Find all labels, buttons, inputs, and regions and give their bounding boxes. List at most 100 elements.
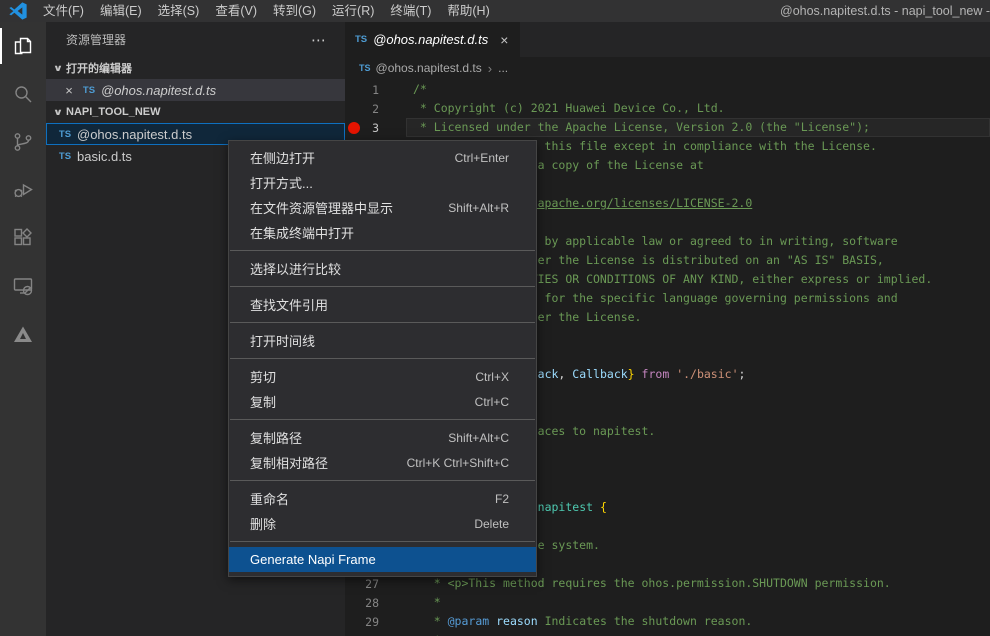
- context-menu-item-copy[interactable]: 复制Ctrl+C: [229, 389, 536, 414]
- code-text: /*: [413, 80, 990, 99]
- line-number: 27: [365, 577, 379, 591]
- context-menu: 在侧边打开Ctrl+Enter 打开方式... 在文件资源管理器中显示Shift+A…: [228, 140, 537, 577]
- sidebar-header: 资源管理器 ⋯: [46, 22, 345, 57]
- breadcrumb-tail[interactable]: ...: [498, 61, 508, 75]
- menubar-item-help[interactable]: 帮助(H): [439, 0, 497, 22]
- context-menu-item-cut[interactable]: 剪切Ctrl+X: [229, 364, 536, 389]
- context-menu-item-open-timeline[interactable]: 打开时间线: [229, 328, 536, 353]
- gutter-line-3[interactable]: 3: [345, 118, 413, 137]
- file-name: @ohos.napitest.d.ts: [77, 127, 192, 142]
- extensions-squares-icon[interactable]: [0, 214, 46, 262]
- git-branch-icon[interactable]: [0, 118, 46, 166]
- menu-item-label: 复制路径: [250, 428, 448, 447]
- tree-item-@ohos.napitest.d.ts[interactable]: ×TS@ohos.napitest.d.ts: [46, 79, 345, 101]
- code-line-2: 2 * Copyright (c) 2021 Huawei Device Co.…: [345, 99, 990, 118]
- menu-item-shortcut: Ctrl+Enter: [455, 151, 509, 165]
- vscode-window: 文件(F)编辑(E)选择(S)查看(V)转到(G)运行(R)终端(T)帮助(H)…: [0, 0, 990, 636]
- context-menu-item-open-to-side[interactable]: 在侧边打开Ctrl+Enter: [229, 145, 536, 170]
- menubar-item-go[interactable]: 转到(G): [265, 0, 324, 22]
- chevron-down-icon: ∨: [47, 63, 69, 74]
- activity-bar: [0, 22, 46, 636]
- typescript-file-icon: TS: [359, 63, 371, 73]
- context-menu-item-delete[interactable]: 删除Delete: [229, 511, 536, 536]
- gutter-line-1[interactable]: 1: [345, 80, 413, 99]
- menu-item-label: 复制: [250, 392, 475, 411]
- context-menu-item-select-for-compare[interactable]: 选择以进行比较: [229, 256, 536, 281]
- search-icon[interactable]: [0, 70, 46, 118]
- tab-close-icon[interactable]: ×: [498, 32, 510, 48]
- file-name: @ohos.napitest.d.ts: [101, 83, 216, 98]
- typescript-file-icon: TS: [57, 129, 73, 140]
- editor-tab[interactable]: TS @ohos.napitest.d.ts ×: [345, 22, 520, 57]
- menu-separator: [230, 286, 535, 287]
- menu-item-shortcut: Shift+Alt+C: [448, 431, 509, 445]
- line-number: 3: [372, 121, 379, 135]
- gutter-line-2[interactable]: 2: [345, 99, 413, 118]
- menu-item-shortcut: Ctrl+X: [475, 370, 509, 384]
- code-text: * Licensed under the Apache License, Ver…: [406, 118, 990, 137]
- menu-item-shortcut: Shift+Alt+R: [448, 201, 509, 215]
- close-icon[interactable]: ×: [61, 83, 77, 98]
- menubar-item-selection[interactable]: 选择(S): [150, 0, 208, 22]
- menu-item-shortcut: F2: [495, 492, 509, 506]
- triangle-tool-icon[interactable]: [0, 310, 46, 358]
- menubar-item-edit[interactable]: 编辑(E): [92, 0, 150, 22]
- window-title: @ohos.napitest.d.ts - napi_tool_new - V: [780, 0, 990, 22]
- line-number: 2: [372, 102, 379, 116]
- menu-item-label: 在侧边打开: [250, 148, 455, 167]
- open-editors-list: ×TS@ohos.napitest.d.ts: [46, 79, 345, 101]
- menu-item-label: 查找文件引用: [250, 295, 509, 314]
- menu-separator: [230, 322, 535, 323]
- context-menu-item-copy-path[interactable]: 复制路径Shift+Alt+C: [229, 425, 536, 450]
- breadcrumb[interactable]: TS @ohos.napitest.d.ts › ...: [345, 57, 990, 79]
- menu-item-label: Generate Napi Frame: [250, 552, 509, 567]
- gutter-line-29[interactable]: 29: [345, 612, 413, 631]
- menubar: 文件(F)编辑(E)选择(S)查看(V)转到(G)运行(R)终端(T)帮助(H): [35, 0, 498, 22]
- debug-play-bug-icon[interactable]: [0, 166, 46, 214]
- file-name: basic.d.ts: [77, 149, 132, 164]
- files-explorer-icon[interactable]: [0, 22, 46, 70]
- menu-item-label: 打开方式...: [250, 173, 509, 192]
- context-menu-item-rename[interactable]: 重命名F2: [229, 486, 536, 511]
- code-line-28: 28 *: [345, 593, 990, 612]
- menu-item-label: 在集成终端中打开: [250, 223, 509, 242]
- breakpoint-icon[interactable]: [348, 122, 360, 134]
- code-line-29: 29 * @param reason Indicates the shutdow…: [345, 612, 990, 631]
- menubar-item-file[interactable]: 文件(F): [35, 0, 92, 22]
- breadcrumb-file[interactable]: @ohos.napitest.d.ts: [376, 61, 482, 75]
- menu-item-shortcut: Delete: [474, 517, 509, 531]
- more-actions-icon[interactable]: ⋯: [305, 31, 333, 49]
- menu-item-shortcut: Ctrl+C: [475, 395, 509, 409]
- menu-separator: [230, 541, 535, 542]
- code-text: * @param: [413, 631, 990, 636]
- line-number: 29: [365, 615, 379, 629]
- gutter-line-30[interactable]: 30: [345, 631, 413, 636]
- workspace-section-header[interactable]: ∨ NAPI_TOOL_NEW: [46, 101, 345, 123]
- remote-monitor-icon[interactable]: [0, 262, 46, 310]
- context-menu-item-generate-napi-frame[interactable]: Generate Napi Frame: [229, 547, 536, 572]
- chevron-down-icon: ∨: [47, 107, 69, 118]
- menu-separator: [230, 480, 535, 481]
- code-line-30: 30 * @param: [345, 631, 990, 636]
- tab-title: @ohos.napitest.d.ts: [373, 32, 488, 47]
- code-line-3: 3 * Licensed under the Apache License, V…: [345, 118, 990, 137]
- context-menu-item-copy-relative-path[interactable]: 复制相对路径Ctrl+K Ctrl+Shift+C: [229, 450, 536, 475]
- sidebar-title: 资源管理器: [66, 31, 126, 48]
- context-menu-item-reveal-in-file-explorer[interactable]: 在文件资源管理器中显示Shift+Alt+R: [229, 195, 536, 220]
- context-menu-item-find-file-references[interactable]: 查找文件引用: [229, 292, 536, 317]
- gutter-line-28[interactable]: 28: [345, 593, 413, 612]
- code-text: *: [413, 593, 990, 612]
- open-editors-section-header[interactable]: ∨ 打开的编辑器: [46, 57, 345, 79]
- menubar-item-view[interactable]: 查看(V): [207, 0, 265, 22]
- menu-item-label: 剪切: [250, 367, 475, 386]
- menubar-item-run[interactable]: 运行(R): [324, 0, 382, 22]
- workspace-label: NAPI_TOOL_NEW: [66, 106, 161, 118]
- line-number: 28: [365, 596, 379, 610]
- context-menu-item-open-with[interactable]: 打开方式...: [229, 170, 536, 195]
- tab-bar: TS @ohos.napitest.d.ts ×: [345, 22, 990, 57]
- menu-separator: [230, 358, 535, 359]
- title-bar: 文件(F)编辑(E)选择(S)查看(V)转到(G)运行(R)终端(T)帮助(H)…: [0, 0, 990, 22]
- line-number: 1: [372, 83, 379, 97]
- menubar-item-terminal[interactable]: 终端(T): [382, 0, 439, 22]
- context-menu-item-open-in-integrated-terminal[interactable]: 在集成终端中打开: [229, 220, 536, 245]
